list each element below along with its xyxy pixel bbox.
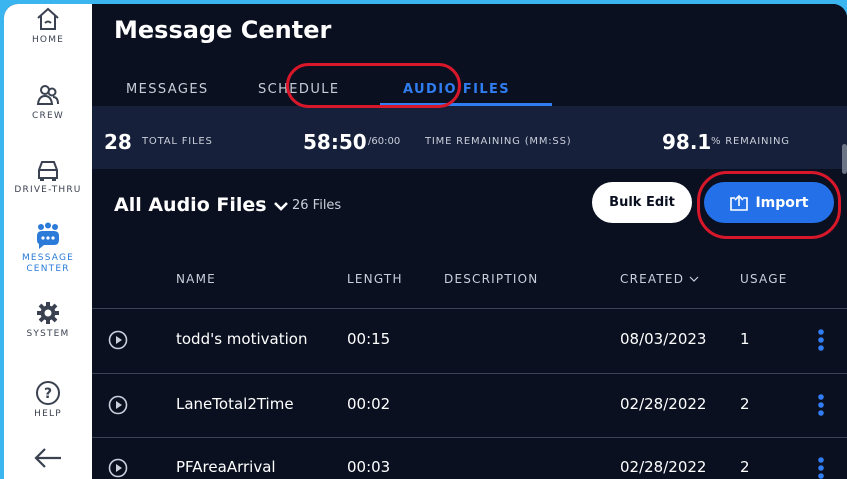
svg-text:?: ? [44,386,52,402]
row-name: PFAreaArrival [176,458,276,476]
table-row[interactable]: PFAreaArrival 00:03 02/28/2022 2 [92,438,847,479]
sidebar-item-label: HOME [31,35,65,45]
sidebar-item-label: MESSAGE [21,253,75,263]
sidebar-item-help[interactable]: ? HELP [4,380,92,419]
time-remaining-value: 58:50 [303,130,367,154]
scrollbar[interactable] [842,144,847,174]
sidebar-item-label-2: CENTER [26,264,70,274]
more-vertical-icon[interactable] [817,393,825,417]
import-highlight-ring [697,171,841,239]
row-length: 00:02 [347,395,391,413]
message-center-icon [37,222,59,249]
more-vertical-icon[interactable] [817,328,825,352]
audio-filter-dropdown[interactable]: All Audio Files [114,194,289,216]
sort-chevron-icon [689,276,699,282]
play-icon[interactable] [108,395,128,415]
sidebar-item-drive-thru[interactable]: DRIVE-THRU [4,158,92,195]
percent-remaining-label: % REMAINING [711,136,790,147]
sidebar-item-label: HELP [34,409,62,419]
row-usage: 2 [740,458,750,476]
total-files-value: 28 [104,130,132,154]
play-icon[interactable] [108,330,128,350]
sidebar-item-system[interactable]: SYSTEM [4,300,92,339]
row-usage: 1 [740,330,750,348]
sidebar-item-message-center[interactable]: MESSAGE CENTER [4,222,92,275]
table-row[interactable]: todd's motivation 00:15 08/03/2023 1 [92,310,847,373]
column-header-name[interactable]: NAME [176,272,216,286]
home-icon [37,7,59,30]
sidebar-item-crew[interactable]: CREW [4,82,92,121]
row-created: 02/28/2022 [620,458,707,476]
main-panel: Message Center MESSAGES SCHEDULE AUDIO F… [92,4,847,479]
crew-icon [36,85,59,105]
total-files-label: TOTAL FILES [142,136,213,147]
row-created: 02/28/2022 [620,395,707,413]
sidebar-item-label: CREW [32,111,64,121]
row-name: todd's motivation [176,330,308,348]
row-length: 00:03 [347,458,391,476]
file-count: 26 Files [292,198,342,213]
stats-bar: 28 TOTAL FILES 58:50 /60:00 TIME REMAINI… [92,106,847,169]
row-created: 08/03/2023 [620,330,707,348]
column-header-created[interactable]: CREATED [620,272,699,286]
row-name: LaneTotal2Time [176,395,294,413]
table-row[interactable]: LaneTotal2Time 00:02 02/28/2022 2 [92,375,847,438]
chevron-down-icon [274,201,289,211]
divider [92,373,847,374]
page-title: Message Center [114,16,332,44]
column-header-description[interactable]: DESCRIPTION [444,272,538,286]
sidebar: HOME CREW DRIVE-THRU MESSAGE CENTER SYST… [4,4,92,479]
divider [92,308,847,309]
sidebar-item-home[interactable]: HOME [4,6,92,45]
column-header-usage[interactable]: USAGE [740,272,788,286]
row-length: 00:15 [347,330,391,348]
column-header-created-label: CREATED [620,272,685,286]
bulk-edit-button[interactable]: Bulk Edit [592,182,692,223]
more-vertical-icon[interactable] [817,456,825,479]
back-button[interactable] [4,446,92,470]
tab-messages[interactable]: MESSAGES [126,82,209,97]
back-arrow-icon [34,448,61,468]
row-usage: 2 [740,395,750,413]
tab-highlight-ring [286,63,461,108]
percent-remaining-value: 98.1 [662,130,712,154]
filter-title-label: All Audio Files [114,194,267,216]
play-icon[interactable] [108,458,128,478]
column-header-length[interactable]: LENGTH [347,272,403,286]
app-window: HOME CREW DRIVE-THRU MESSAGE CENTER SYST… [4,4,847,479]
gear-icon [37,302,59,324]
car-icon [38,161,58,181]
help-icon: ? [36,381,60,405]
sidebar-item-label: DRIVE-THRU [14,185,82,195]
time-remaining-label: TIME REMAINING (MM:SS) [425,136,572,147]
sidebar-item-label: SYSTEM [26,329,70,339]
time-max: /60:00 [368,136,401,147]
